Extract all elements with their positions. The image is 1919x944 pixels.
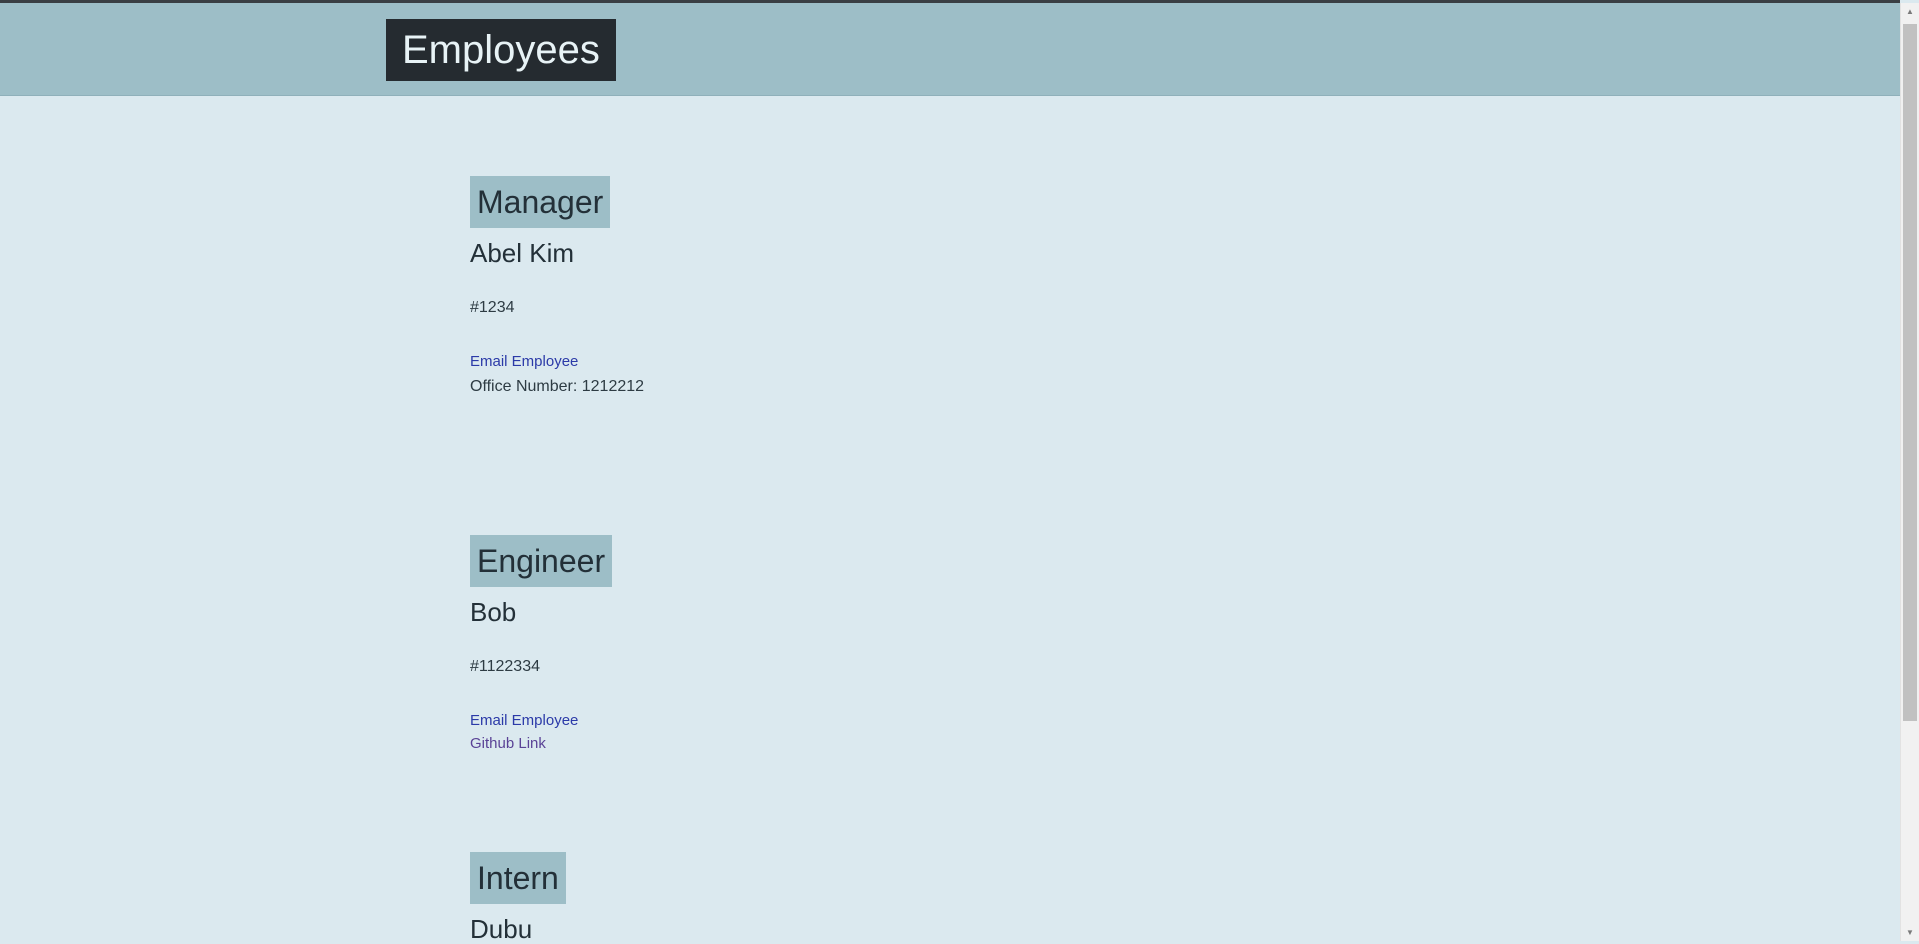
employee-card-intern: Intern Dubu: [470, 852, 566, 944]
page-header: Employees: [0, 3, 1900, 96]
email-employee-link[interactable]: Email Employee: [470, 711, 612, 731]
github-link[interactable]: Github Link: [470, 734, 612, 754]
scrollbar-thumb[interactable]: [1903, 24, 1917, 721]
contact-links: Email Employee Github Link: [470, 711, 612, 754]
triangle-down-icon[interactable]: ▼: [1901, 924, 1919, 941]
email-employee-link[interactable]: Email Employee: [470, 352, 644, 372]
role-badge: Intern: [470, 852, 566, 904]
employee-id: #1234: [470, 299, 515, 316]
employee-name: Bob: [470, 597, 517, 627]
employee-card-engineer: Engineer Bob #1122334 Email Employee Git…: [470, 535, 613, 754]
employee-name: Abel Kim: [470, 238, 575, 268]
vertical-scrollbar[interactable]: ▲ ▼: [1900, 3, 1919, 941]
employee-id: #1122334: [470, 658, 540, 675]
page-title: Employees: [386, 19, 616, 81]
role-badge: Manager: [470, 176, 611, 228]
office-number: Office Number: 1212212: [470, 378, 645, 395]
employee-name: Dubu: [470, 914, 533, 944]
role-badge: Engineer: [470, 535, 613, 587]
triangle-up-icon[interactable]: ▲: [1901, 3, 1919, 20]
contact-links: Email Employee: [470, 352, 644, 372]
employee-card-manager: Manager Abel Kim #1234 Email Employee Of…: [470, 176, 644, 397]
